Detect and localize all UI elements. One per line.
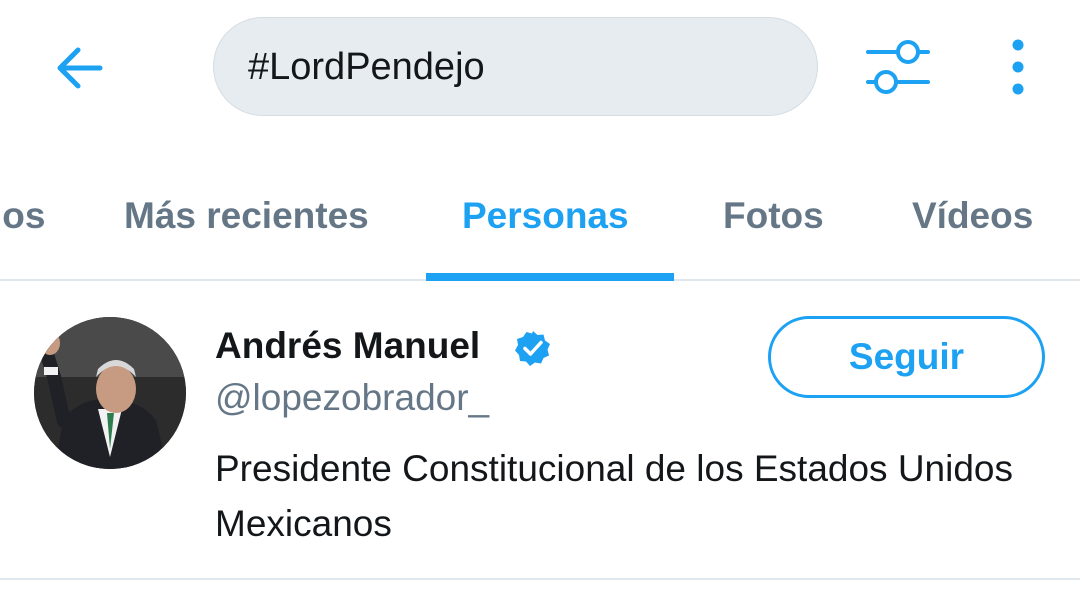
top-app-bar: #LordPendejo	[0, 0, 1080, 140]
search-filter-button[interactable]	[862, 36, 934, 98]
user-bio: Presidente Constitucional de los Estados…	[215, 448, 1014, 544]
tab-videos[interactable]: Vídeos	[912, 150, 1033, 279]
more-options-button[interactable]	[998, 36, 1038, 98]
tab-destacados[interactable]: los	[0, 150, 45, 279]
active-tab-indicator	[426, 273, 674, 281]
arrow-left-icon	[57, 47, 103, 89]
user-handle: @lopezobrador_	[215, 377, 490, 418]
sliders-icon	[866, 40, 930, 94]
profile-photo	[34, 317, 186, 469]
verified-badge-icon	[515, 331, 550, 366]
back-button[interactable]	[48, 40, 112, 96]
search-tabs: los Más recientes Personas Fotos Vídeos	[0, 150, 1080, 281]
tab-mas-recientes[interactable]: Más recientes	[124, 150, 369, 279]
user-result-row[interactable]: Andrés Manuel @lopezobrador_ Presidente …	[0, 283, 1080, 580]
vertical-dots-icon	[1012, 39, 1024, 95]
search-input[interactable]: #LordPendejo	[213, 17, 818, 116]
search-query-text: #LordPendejo	[248, 46, 485, 88]
display-name[interactable]: Andrés Manuel	[215, 325, 480, 367]
tab-fotos[interactable]: Fotos	[723, 150, 824, 279]
follow-button[interactable]: Seguir	[768, 316, 1045, 398]
tab-personas[interactable]: Personas	[462, 150, 629, 279]
avatar[interactable]	[34, 317, 186, 469]
